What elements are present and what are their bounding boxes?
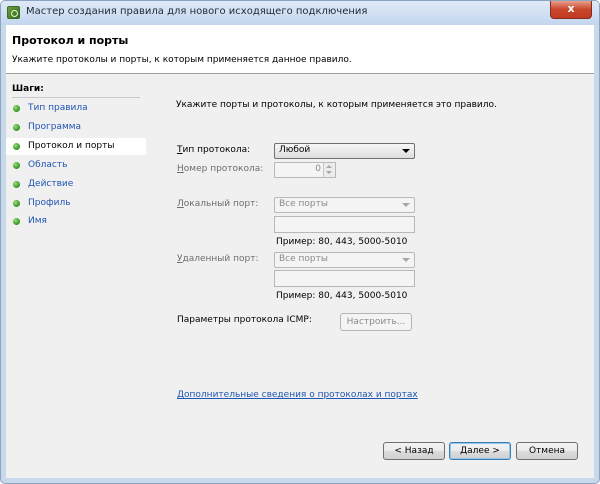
- chevron-down-icon: [402, 149, 410, 153]
- steps-sidebar: Шаги: Тип правила Программа Протокол и п…: [6, 74, 146, 478]
- intro-text: Укажите порты и протоколы, к которым при…: [176, 100, 497, 110]
- remote-port-input[interactable]: [274, 270, 415, 287]
- arrow-down-icon[interactable]: [326, 171, 332, 174]
- remote-port-value: Все порты: [279, 254, 328, 264]
- protocols-info-link[interactable]: Дополнительные сведения о протоколах и п…: [177, 390, 418, 400]
- remote-port-example: Пример: 80, 443, 5000-5010: [276, 291, 408, 301]
- step-label: Программа: [28, 122, 82, 132]
- step-bullet-icon: [13, 162, 20, 169]
- main-panel: Укажите порты и протоколы, к которым при…: [147, 74, 594, 478]
- wizard-window: Мастер создания правила для нового исход…: [0, 0, 600, 484]
- step-program[interactable]: Программа: [6, 119, 146, 136]
- local-port-label: Локальный порт:: [177, 199, 259, 209]
- icmp-customize-button[interactable]: Настроить...: [340, 313, 412, 331]
- chevron-down-icon: [402, 203, 410, 207]
- step-label: Тип правила: [28, 103, 88, 113]
- page-subtitle: Укажите протоколы и порты, к которым при…: [12, 55, 352, 65]
- remote-port-select[interactable]: Все порты: [274, 252, 415, 268]
- local-port-value: Все порты: [279, 199, 328, 209]
- next-button[interactable]: Далее >: [449, 442, 511, 460]
- step-label: Действие: [28, 179, 74, 189]
- steps-divider: [12, 97, 140, 98]
- firewall-icon: [7, 6, 20, 19]
- local-port-example: Пример: 80, 443, 5000-5010: [276, 237, 408, 247]
- step-rule-type[interactable]: Тип правила: [6, 100, 146, 117]
- chevron-down-icon: [402, 258, 410, 262]
- stepper-buttons[interactable]: [323, 163, 335, 177]
- step-bullet-icon: [13, 200, 20, 207]
- wizard-header: Протокол и порты Укажите протоколы и пор…: [6, 25, 594, 74]
- step-scope[interactable]: Область: [6, 157, 146, 174]
- protocol-type-label: Тип протокола:: [177, 145, 251, 155]
- step-bullet-icon: [13, 218, 20, 225]
- close-button[interactable]: x: [550, 1, 592, 19]
- step-label: Имя: [28, 216, 47, 226]
- remote-port-label: Удаленный порт:: [177, 254, 259, 264]
- step-bullet-icon: [13, 105, 20, 112]
- wizard-body: Шаги: Тип правила Программа Протокол и п…: [6, 74, 594, 478]
- window-title: Мастер создания правила для нового исход…: [26, 6, 368, 17]
- arrow-up-icon[interactable]: [326, 165, 332, 168]
- step-profile[interactable]: Профиль: [6, 195, 146, 212]
- local-port-input[interactable]: [274, 216, 415, 233]
- step-protocol-ports[interactable]: Протокол и порты: [6, 138, 146, 155]
- title-bar[interactable]: Мастер создания правила для нового исход…: [1, 1, 599, 25]
- cancel-button[interactable]: Отмена: [516, 442, 578, 460]
- step-bullet-icon: [13, 181, 20, 188]
- protocol-type-value: Любой: [279, 145, 311, 155]
- step-label: Область: [28, 160, 68, 170]
- page-title: Протокол и порты: [12, 34, 129, 47]
- step-bullet-icon: [13, 124, 20, 131]
- step-name[interactable]: Имя: [6, 213, 146, 230]
- step-label: Профиль: [28, 198, 71, 208]
- back-button[interactable]: < Назад: [383, 442, 445, 460]
- local-port-select[interactable]: Все порты: [274, 197, 415, 213]
- step-action[interactable]: Действие: [6, 176, 146, 193]
- protocol-number-stepper[interactable]: 0: [274, 162, 336, 178]
- protocol-type-select[interactable]: Любой: [274, 143, 415, 159]
- step-label: Протокол и порты: [28, 141, 115, 151]
- icmp-label: Параметры протокола ICMP:: [177, 315, 312, 325]
- protocol-number-label: Номер протокола:: [177, 164, 264, 174]
- steps-heading: Шаги:: [12, 84, 44, 94]
- protocol-number-value: 0: [315, 164, 321, 174]
- step-bullet-icon: [13, 143, 20, 150]
